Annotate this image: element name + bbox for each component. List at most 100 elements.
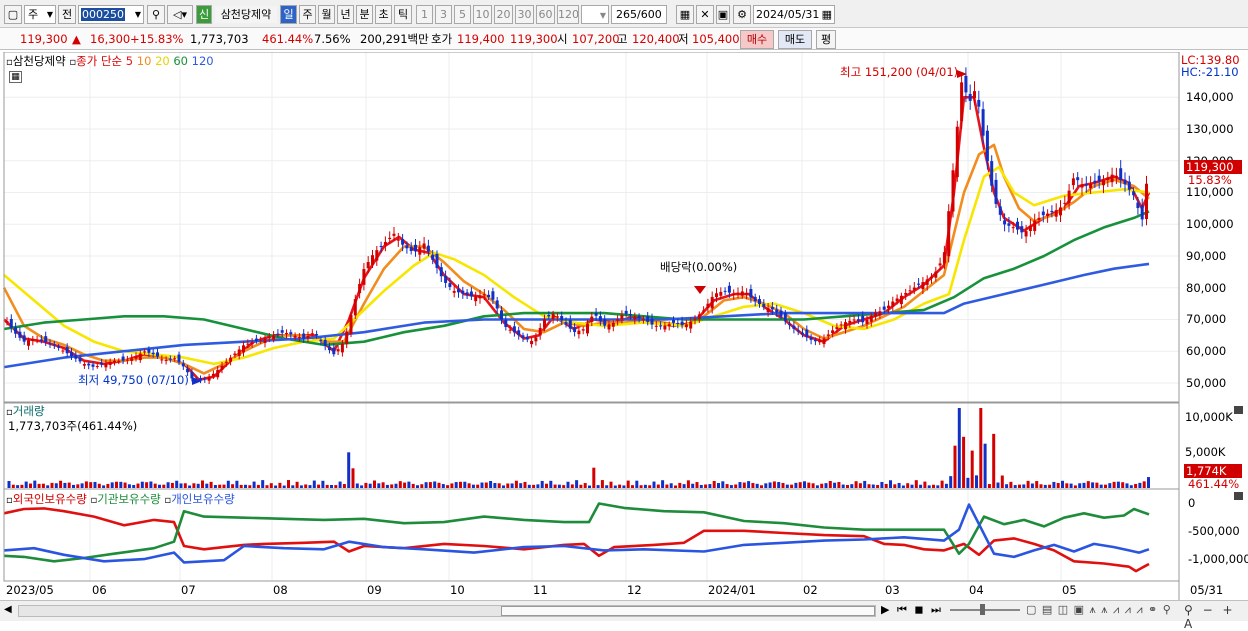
- volume-bar: [351, 468, 355, 488]
- candle-body: [719, 291, 723, 296]
- volume-bar: [377, 483, 381, 488]
- interval-120[interactable]: 120: [557, 5, 579, 24]
- candle-body: [723, 290, 727, 292]
- volume-bar: [729, 485, 733, 488]
- period-second[interactable]: 초: [375, 5, 392, 24]
- close-panel-icon[interactable]: [1234, 492, 1243, 500]
- candle-body: [289, 332, 293, 335]
- period-tick[interactable]: 틱: [394, 5, 412, 24]
- gear-icon[interactable]: ⚙: [733, 5, 751, 24]
- volume-bar: [665, 484, 669, 488]
- playback-controls[interactable]: ▶ ⏮ ◼ ⏭: [881, 603, 943, 617]
- volume-bar: [777, 482, 781, 488]
- volume-bar: [368, 483, 372, 488]
- candle-body: [831, 330, 835, 334]
- candle-body: [697, 314, 701, 319]
- legend-foreign: 외국인보유수량: [12, 492, 87, 506]
- candle-body: [624, 310, 628, 314]
- candle-body: [285, 332, 288, 335]
- prev-button[interactable]: 전: [58, 5, 76, 24]
- interval-60[interactable]: 60: [536, 5, 555, 24]
- close-panel-icon[interactable]: [1234, 406, 1243, 414]
- panel-icon[interactable]: ▢: [4, 5, 22, 24]
- candle-body: [1114, 175, 1118, 178]
- volume-bar: [325, 484, 329, 488]
- buy-button[interactable]: 매수: [740, 30, 774, 49]
- market-select[interactable]: 주 ▼: [24, 5, 56, 24]
- save-icon[interactable]: ▣: [716, 5, 730, 24]
- interval-10[interactable]: 10: [473, 5, 492, 24]
- candle-body: [672, 320, 675, 323]
- volume-bar: [979, 408, 983, 488]
- volume-bar: [940, 480, 944, 488]
- volume-tag-pct: 461.44%: [1188, 477, 1240, 491]
- volume-bar: [424, 482, 428, 488]
- open-label: 시: [557, 32, 568, 46]
- scroll-left-icon[interactable]: ◀: [4, 604, 12, 615]
- grid-toggle-icon[interactable]: ▦: [9, 71, 22, 83]
- candle-body: [899, 295, 903, 305]
- volume-bar: [708, 484, 712, 488]
- candle-body: [581, 329, 585, 331]
- candle-body: [577, 330, 581, 335]
- volume-bar: [502, 485, 505, 488]
- candle-body: [693, 318, 697, 320]
- candle-body: [95, 366, 99, 368]
- period-minute[interactable]: 분: [356, 5, 373, 24]
- speaker-icon[interactable]: ◁▾: [167, 5, 193, 24]
- period-day[interactable]: 일: [280, 5, 297, 24]
- interval-select[interactable]: ▼: [581, 5, 609, 24]
- holding-tick-1000k: -1,000,000: [1188, 552, 1248, 566]
- volume-bar: [549, 480, 553, 488]
- volume-tick-10000k: 10,000K: [1185, 410, 1233, 424]
- period-week[interactable]: 주: [299, 5, 316, 24]
- sell-button[interactable]: 매도: [778, 30, 812, 49]
- period-month[interactable]: 월: [318, 5, 335, 24]
- volume-bar: [880, 481, 884, 488]
- view-count-input[interactable]: 265/600: [611, 5, 667, 24]
- date-input[interactable]: 2024/05/31 ▦: [753, 5, 835, 24]
- candle-body: [448, 283, 452, 287]
- interval-5[interactable]: 5: [454, 5, 471, 24]
- candle-icon[interactable]: ▦: [676, 5, 694, 24]
- zoom-buttons[interactable]: ⚲ − + A: [1184, 603, 1248, 631]
- stock-name: 삼천당제약: [214, 5, 278, 24]
- volume-bar: [807, 482, 811, 488]
- volume-bar: [794, 482, 798, 488]
- candle-body: [250, 342, 254, 345]
- drawing-tools[interactable]: ▢ ▤ ◫ ▣ ⩚ ⩚ ⩘ ⩘ ⩘ ⚭ ⚲: [1026, 603, 1172, 617]
- code-input[interactable]: 000250 ▼: [78, 5, 144, 24]
- candle-body: [727, 285, 731, 293]
- candle-body: [973, 91, 976, 99]
- volume-bar: [704, 484, 708, 488]
- holding-tick-0: 0: [1188, 496, 1196, 510]
- last-price-tag: 119,300: [1184, 160, 1242, 174]
- candle-body: [1076, 177, 1080, 181]
- volume-bar: [196, 483, 200, 488]
- volume-bar: [213, 485, 217, 488]
- zoom-slider-handle[interactable]: [980, 604, 985, 615]
- volume-bar: [50, 482, 54, 488]
- candle-body: [65, 347, 69, 354]
- candle-body: [560, 316, 564, 321]
- quote-bar: 119,300 ▲ 16,300 +15.83% 1,773,703 461.4…: [0, 28, 1248, 50]
- interval-1[interactable]: 1: [416, 5, 433, 24]
- interval-3[interactable]: 3: [435, 5, 452, 24]
- candle-body: [315, 333, 319, 336]
- eval-button[interactable]: 평: [816, 30, 836, 49]
- candle-body: [52, 344, 56, 346]
- volume-bar: [764, 483, 768, 488]
- scrollbar-thumb[interactable]: [501, 606, 875, 616]
- chart-area[interactable]: ▫삼천당제약 ▫종가 단순 5 10 20 60 120 ▦ LC:139.80…: [0, 52, 1248, 600]
- interval-20[interactable]: 20: [494, 5, 513, 24]
- crosshair-icon[interactable]: ✕: [696, 5, 714, 24]
- period-year[interactable]: 년: [337, 5, 354, 24]
- volume-tick-5000k: 5,000K: [1185, 445, 1226, 459]
- search-icon[interactable]: ⚲: [147, 5, 165, 24]
- x-label-2024-01: 2024/01: [708, 583, 756, 597]
- candle-body: [259, 339, 263, 341]
- zoom-slider[interactable]: [950, 604, 1020, 615]
- interval-30[interactable]: 30: [515, 5, 534, 24]
- volume-bar: [1099, 484, 1103, 488]
- horizontal-scrollbar[interactable]: [18, 605, 876, 617]
